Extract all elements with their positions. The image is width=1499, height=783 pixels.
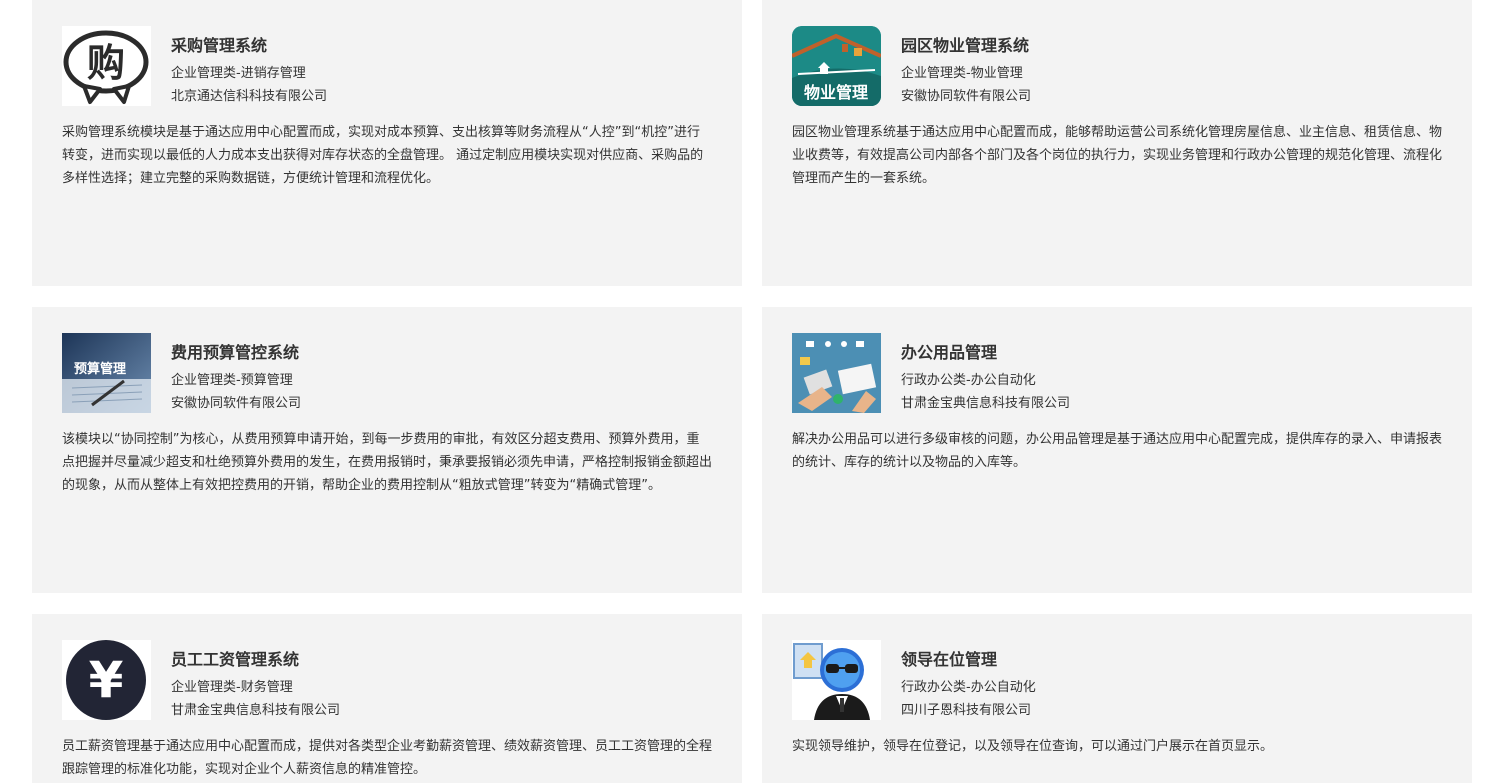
app-company: 安徽协同软件有限公司: [171, 396, 302, 411]
app-description: 实现领导维护，领导在位登记，以及领导在位查询，可以通过门户展示在首页显示。: [792, 739, 1274, 754]
app-category: 企业管理类-物业管理: [901, 66, 1023, 81]
office-supplies-icon: [792, 333, 881, 413]
property-house-icon: 物业管理: [792, 26, 881, 106]
yen-icon: ¥: [62, 640, 151, 720]
app-card-salary[interactable]: ¥ 员工工资管理系统 企业管理类-财务管理 甘肃金宝典信息科技有限公司 员工薪资…: [32, 614, 742, 783]
app-title[interactable]: 园区物业管理系统: [901, 32, 1029, 56]
app-company: 甘肃金宝典信息科技有限公司: [171, 703, 341, 718]
svg-text:购: 购: [87, 41, 125, 85]
budget-icon-label: 预算管理: [74, 361, 126, 377]
app-title[interactable]: 办公用品管理: [901, 339, 997, 363]
app-card-leader-presence[interactable]: 领导在位管理 行政办公类-办公自动化 四川子恩科技有限公司 实现领导维护，领导在…: [762, 614, 1472, 783]
app-company: 安徽协同软件有限公司: [901, 89, 1032, 104]
app-category: 企业管理类-预算管理: [171, 373, 293, 388]
app-description: 园区物业管理系统基于通达应用中心配置而成，能够帮助运营公司系统化管理房屋信息、业…: [792, 125, 1443, 186]
app-category: 企业管理类-进销存管理: [171, 66, 306, 81]
app-description: 该模块以“协同控制”为核心，从费用预算申请开始，到每一步费用的审批，有效区分超支…: [62, 432, 713, 493]
app-card-office-supplies[interactable]: 办公用品管理 行政办公类-办公自动化 甘肃金宝典信息科技有限公司 解决办公用品可…: [762, 307, 1472, 593]
app-title[interactable]: 采购管理系统: [171, 32, 267, 56]
app-company: 四川子恩科技有限公司: [901, 703, 1032, 718]
app-category: 企业管理类-财务管理: [171, 680, 293, 695]
app-company: 甘肃金宝典信息科技有限公司: [901, 396, 1071, 411]
app-description: 解决办公用品可以进行多级审核的问题，办公用品管理是基于通达应用中心配置完成，提供…: [792, 432, 1443, 470]
app-list-grid: 购 采购管理系统 企业管理类-进销存管理 北京通达信科科技有限公司 采购管理系统…: [0, 0, 1499, 783]
app-category: 行政办公类-办公自动化: [901, 680, 1036, 695]
app-category: 行政办公类-办公自动化: [901, 373, 1036, 388]
property-icon-label: 物业管理: [804, 83, 868, 102]
app-card-property[interactable]: 物业管理 园区物业管理系统 企业管理类-物业管理 安徽协同软件有限公司 园区物业…: [762, 0, 1472, 286]
app-card-purchase[interactable]: 购 采购管理系统 企业管理类-进销存管理 北京通达信科科技有限公司 采购管理系统…: [32, 0, 742, 286]
app-title[interactable]: 员工工资管理系统: [171, 646, 299, 670]
leader-presence-icon: [792, 640, 881, 720]
app-title[interactable]: 费用预算管控系统: [171, 339, 299, 363]
app-description: 员工薪资管理基于通达应用中心配置而成，提供对各类型企业考勤薪资管理、绩效薪资管理…: [62, 739, 713, 777]
yen-icon-glyph: ¥: [89, 651, 124, 709]
shopping-bubble-icon: 购: [62, 26, 151, 106]
app-company: 北京通达信科科技有限公司: [171, 89, 328, 104]
budget-photo-icon: 预算管理: [62, 333, 151, 413]
app-card-budget[interactable]: 预算管理 费用预算管控系统 企业管理类-预算管理 安徽协同软件有限公司 该模块以…: [32, 307, 742, 593]
app-title[interactable]: 领导在位管理: [901, 646, 997, 670]
app-description: 采购管理系统模块是基于通达应用中心配置而成，实现对成本预算、支出核算等财务流程从…: [62, 125, 704, 186]
